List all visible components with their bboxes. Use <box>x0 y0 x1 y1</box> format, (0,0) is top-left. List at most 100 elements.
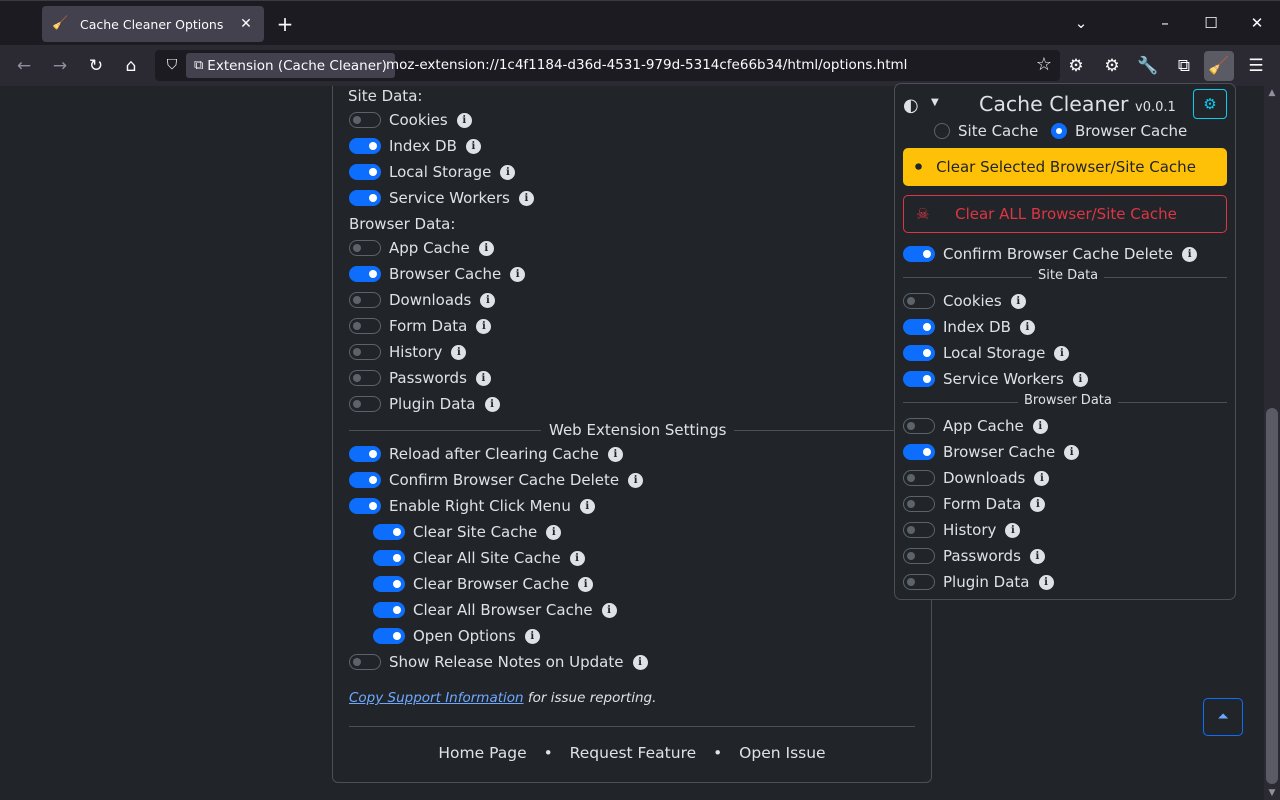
copy-support-info-link[interactable]: Copy Support Information <box>349 690 524 706</box>
extension-identity-chip[interactable]: ⧉ Extension (Cache Cleaner) <box>186 53 395 78</box>
popup-downloads-switch[interactable] <box>903 470 935 486</box>
option-passwords-row[interactable]: Passwords i <box>349 367 491 389</box>
option-local-storage-switch[interactable] <box>349 164 381 180</box>
popup-cookies-switch[interactable] <box>903 293 935 309</box>
info-icon[interactable]: i <box>607 446 623 462</box>
popup-plugin-data-row[interactable]: Plugin Data i <box>903 571 1054 593</box>
option-app-cache-row[interactable]: App Cache i <box>349 237 494 259</box>
radio-browser-cache[interactable]: Browser Cache <box>1051 122 1187 140</box>
option-plugin-data-switch[interactable] <box>349 396 381 412</box>
info-icon[interactable]: i <box>628 472 644 488</box>
popup-service-workers-switch[interactable] <box>903 371 935 387</box>
back-icon[interactable]: ← <box>10 52 38 80</box>
info-icon[interactable]: i <box>480 292 496 308</box>
extensions-icon[interactable]: ⧉ <box>1169 51 1199 81</box>
option-history-switch[interactable] <box>349 344 381 360</box>
setting-reload-after-clearing-cache-switch[interactable] <box>349 446 381 462</box>
info-icon[interactable]: i <box>601 602 617 618</box>
option-form-data-switch[interactable] <box>349 318 381 334</box>
option-local-storage-row[interactable]: Local Storage i <box>349 161 516 183</box>
setting-clear-all-browser-cache-row[interactable]: Clear All Browser Cache i <box>373 599 617 621</box>
info-icon[interactable]: i <box>475 370 491 386</box>
popup-plugin-data-switch[interactable] <box>903 574 935 590</box>
info-icon[interactable]: i <box>1010 293 1026 309</box>
popup-service-workers-row[interactable]: Service Workers i <box>903 368 1088 390</box>
new-tab-button[interactable]: + <box>275 12 295 36</box>
option-index-db-row[interactable]: Index DB i <box>349 135 481 157</box>
option-cookies-row[interactable]: Cookies i <box>349 109 472 131</box>
request-feature-link[interactable]: Request Feature <box>570 744 696 762</box>
reload-icon[interactable]: ↻ <box>82 52 110 80</box>
minimize-icon[interactable]: – <box>1151 9 1179 37</box>
option-downloads-row[interactable]: Downloads i <box>349 289 496 311</box>
url-text[interactable]: moz-extension://1c4f1184-d36d-4531-979d-… <box>386 57 907 73</box>
gear-icon[interactable]: ⚙ <box>1061 51 1091 81</box>
option-browser-cache-switch[interactable] <box>349 266 381 282</box>
setting-confirm-browser-cache-delete-switch[interactable] <box>349 472 381 488</box>
info-icon[interactable]: i <box>1005 522 1021 538</box>
setting-confirm-browser-cache-delete-row[interactable]: Confirm Browser Cache Delete i <box>349 469 644 491</box>
setting-clear-all-site-cache-row[interactable]: Clear All Site Cache i <box>373 547 585 569</box>
setting-clear-site-cache-row[interactable]: Clear Site Cache i <box>373 521 562 543</box>
home-icon[interactable]: ⌂ <box>117 52 145 80</box>
popup-index-db-switch[interactable] <box>903 319 935 335</box>
setting-clear-browser-cache-row[interactable]: Clear Browser Cache i <box>373 573 594 595</box>
close-window-icon[interactable]: ✕ <box>1243 9 1271 37</box>
setting-clear-all-browser-cache-switch[interactable] <box>373 602 405 618</box>
popup-form-data-switch[interactable] <box>903 496 935 512</box>
popup-history-switch[interactable] <box>903 522 935 538</box>
info-icon[interactable]: i <box>1064 444 1080 460</box>
popup-downloads-row[interactable]: Downloads i <box>903 467 1050 489</box>
list-all-tabs-icon[interactable]: ⌄ <box>1067 9 1095 37</box>
option-cookies-switch[interactable] <box>349 112 381 128</box>
info-icon[interactable]: i <box>1019 319 1035 335</box>
close-tab-icon[interactable]: ✕ <box>238 16 254 32</box>
info-icon[interactable]: i <box>476 318 492 334</box>
popup-form-data-row[interactable]: Form Data i <box>903 493 1046 515</box>
popup-app-cache-row[interactable]: App Cache i <box>903 415 1048 437</box>
cache-cleaner-broom-icon[interactable]: 🧹 <box>1204 51 1234 81</box>
radio-site-cache[interactable]: Site Cache <box>934 122 1038 140</box>
setting-open-options-row[interactable]: Open Options i <box>373 625 540 647</box>
popup-passwords-switch[interactable] <box>903 548 935 564</box>
info-icon[interactable]: i <box>518 190 534 206</box>
setting-enable-right-click-menu-switch[interactable] <box>349 498 381 514</box>
popup-confirm-delete-row[interactable]: Confirm Browser Cache Delete i <box>903 243 1198 265</box>
info-icon[interactable]: i <box>1030 496 1046 512</box>
info-icon[interactable]: i <box>1054 345 1070 361</box>
url-bar[interactable]: ⛉ ⧉ Extension (Cache Cleaner) moz-extens… <box>155 50 1060 81</box>
popup-app-cache-switch[interactable] <box>903 418 935 434</box>
option-plugin-data-row[interactable]: Plugin Data i <box>349 393 500 415</box>
setting-enable-right-click-menu-row[interactable]: Enable Right Click Menu i <box>349 495 595 517</box>
clear-all-cache-button[interactable]: ☠ Clear ALL Browser/Site Cache <box>903 195 1227 233</box>
setting-clear-browser-cache-switch[interactable] <box>373 576 405 592</box>
option-history-row[interactable]: History i <box>349 341 467 363</box>
maximize-icon[interactable]: ☐ <box>1197 9 1225 37</box>
clear-selected-cache-button[interactable]: ⏺ Clear Selected Browser/Site Cache <box>903 148 1227 186</box>
setting-clear-site-cache-switch[interactable] <box>373 524 405 540</box>
info-icon[interactable]: i <box>465 138 481 154</box>
bookmark-star-icon[interactable]: ☆ <box>1036 54 1052 76</box>
info-icon[interactable]: i <box>500 164 516 180</box>
setting-show-release-notes-on-update-switch[interactable] <box>349 654 381 670</box>
shield-icon[interactable]: ⛉ <box>161 54 183 76</box>
option-form-data-row[interactable]: Form Data i <box>349 315 492 337</box>
option-service-workers-row[interactable]: Service Workers i <box>349 187 534 209</box>
info-icon[interactable]: i <box>478 240 494 256</box>
popup-local-storage-row[interactable]: Local Storage i <box>903 342 1070 364</box>
info-icon[interactable]: i <box>484 396 500 412</box>
option-app-cache-switch[interactable] <box>349 240 381 256</box>
setting-reload-after-clearing-cache-row[interactable]: Reload after Clearing Cache i <box>349 443 623 465</box>
info-icon[interactable]: i <box>579 498 595 514</box>
radio-browser-cache-circle[interactable] <box>1051 123 1067 139</box>
tab-cache-cleaner-options[interactable]: 🧹 Cache Cleaner Options ✕ <box>42 6 264 42</box>
popup-confirm-delete-switch[interactable] <box>903 246 935 262</box>
info-icon[interactable]: i <box>578 576 594 592</box>
theme-toggle-icon[interactable]: ◐ <box>903 95 919 116</box>
option-downloads-switch[interactable] <box>349 292 381 308</box>
info-icon[interactable]: i <box>1034 470 1050 486</box>
option-passwords-switch[interactable] <box>349 370 381 386</box>
info-icon[interactable]: i <box>510 266 526 282</box>
radio-site-cache-circle[interactable] <box>934 123 950 139</box>
option-service-workers-switch[interactable] <box>349 190 381 206</box>
